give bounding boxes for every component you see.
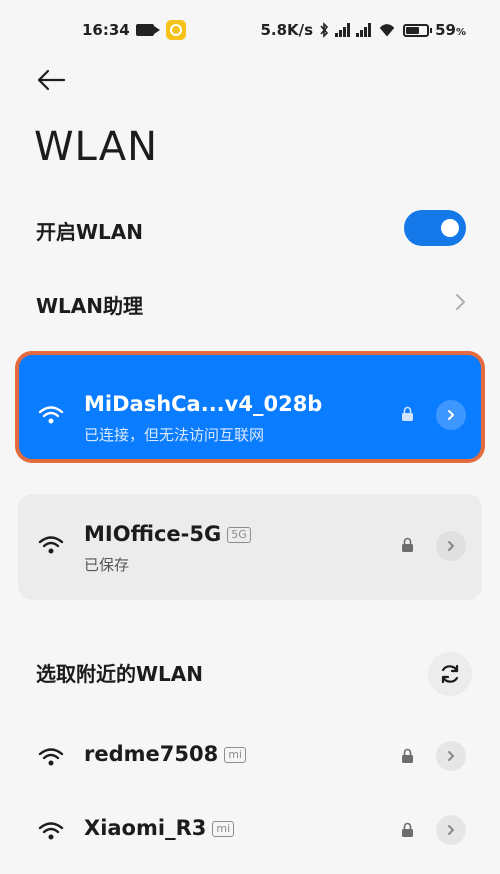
chevron-right-icon xyxy=(448,541,454,551)
band-badge: 5G xyxy=(227,527,251,543)
network-name-text: MIOffice-5G xyxy=(84,522,222,546)
network-details-button[interactable] xyxy=(436,815,466,845)
network-details-button[interactable] xyxy=(436,400,466,430)
chevron-right-icon xyxy=(448,751,454,761)
refresh-icon xyxy=(441,664,459,684)
network-speed: 5.8K/s xyxy=(260,21,314,39)
lock-icon xyxy=(402,748,413,763)
connected-network-card[interactable]: MiDashCa...v4_028b 已连接，但无法访问互联网 xyxy=(15,351,485,463)
wifi-icon xyxy=(38,748,64,766)
wifi-status-icon xyxy=(379,24,395,37)
list-item[interactable]: Xiaomi_R3 mi xyxy=(18,800,482,864)
list-item[interactable]: redme7508 mi xyxy=(18,724,482,788)
lock-icon xyxy=(402,822,413,837)
mi-badge: mi xyxy=(212,821,235,837)
network-name-text: Xiaomi_R3 xyxy=(84,816,207,840)
battery-unit: % xyxy=(455,27,466,38)
signal-strength-icon-2 xyxy=(356,23,372,37)
page-title: WLAN xyxy=(34,124,159,170)
network-name: redme7508 mi xyxy=(84,742,246,766)
network-status: 已连接，但无法访问互联网 xyxy=(84,426,265,444)
saved-network-card[interactable]: MIOffice-5G 5G 已保存 xyxy=(18,494,482,600)
battery-percentage: 59 xyxy=(435,21,456,39)
lock-icon xyxy=(402,537,413,552)
arrow-left-icon xyxy=(37,69,66,91)
app-notification-icon xyxy=(165,20,186,40)
network-details-button[interactable] xyxy=(436,531,466,561)
status-bar: 16:34 5.8K/s 59% xyxy=(0,0,500,60)
chevron-right-icon xyxy=(448,410,454,420)
wifi-icon xyxy=(38,536,64,554)
wifi-icon xyxy=(38,406,64,424)
battery-icon xyxy=(403,23,433,37)
nearby-section-title: 选取附近的WLAN xyxy=(36,662,204,686)
network-name: Xiaomi_R3 mi xyxy=(84,816,235,840)
back-button[interactable] xyxy=(36,66,70,94)
toggle-knob xyxy=(441,219,459,237)
chevron-right-icon xyxy=(448,825,454,835)
network-name-text: redme7508 xyxy=(84,742,219,766)
wlan-assistant-item[interactable]: WLAN助理 xyxy=(36,290,143,319)
wlan-toggle[interactable] xyxy=(404,210,466,246)
network-name: MIOffice-5G 5G xyxy=(84,522,251,546)
lock-icon xyxy=(402,406,413,421)
network-details-button[interactable] xyxy=(436,741,466,771)
refresh-button[interactable] xyxy=(428,652,472,696)
enable-wlan-label: 开启WLAN xyxy=(36,220,144,244)
signal-strength-icon-1 xyxy=(335,23,351,37)
status-time: 16:34 xyxy=(82,21,130,39)
mi-badge: mi xyxy=(224,747,246,763)
wifi-icon xyxy=(38,822,64,840)
bluetooth-icon xyxy=(320,22,329,38)
chevron-right-icon[interactable] xyxy=(452,292,468,312)
video-camera-icon xyxy=(135,24,160,36)
network-status: 已保存 xyxy=(84,556,130,574)
network-name: MiDashCa...v4_028b xyxy=(84,392,323,416)
